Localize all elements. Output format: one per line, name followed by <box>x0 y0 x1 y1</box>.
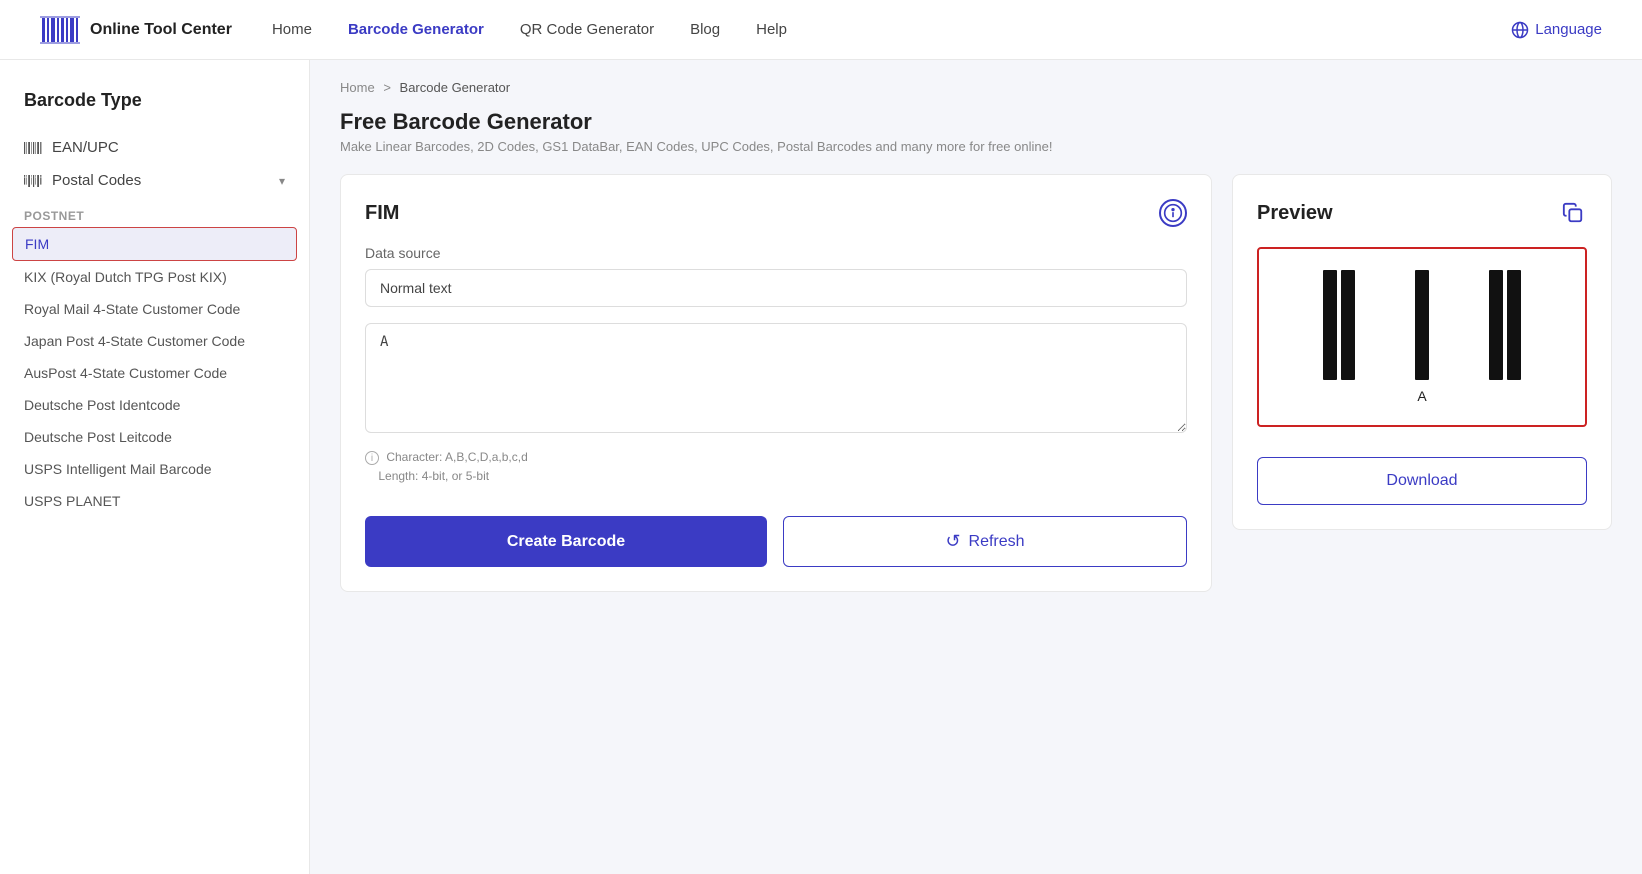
hint-line2: Length: 4-bit, or 5-bit <box>378 469 489 483</box>
barcode-preview-area: A <box>1257 247 1587 427</box>
sidebar-item-royal-mail[interactable]: Royal Mail 4-State Customer Code <box>0 293 309 325</box>
form-panel: FIM Data source Normal text A i <box>340 174 1212 592</box>
tool-area: FIM Data source Normal text A i <box>340 174 1612 592</box>
bar-5 <box>1507 270 1521 380</box>
nav-home[interactable]: Home <box>272 21 312 38</box>
sidebar-item-auspost[interactable]: AusPost 4-State Customer Code <box>0 357 309 389</box>
preview-header: Preview <box>1257 199 1587 227</box>
breadcrumb-current: Barcode Generator <box>400 80 511 95</box>
postnet-subsection-title: POSTNET <box>0 197 309 227</box>
barcode-input[interactable]: A <box>365 323 1187 433</box>
sidebar-item-fim[interactable]: FIM <box>12 227 297 261</box>
sidebar-title: Barcode Type <box>0 90 309 131</box>
sidebar-item-deutsche-post-leitcode[interactable]: Deutsche Post Leitcode <box>0 421 309 453</box>
nav-qr-code-generator[interactable]: QR Code Generator <box>520 21 654 38</box>
fim-bars <box>1323 270 1521 380</box>
download-button[interactable]: Download <box>1257 457 1587 505</box>
breadcrumb-separator: > <box>383 80 391 95</box>
info-icon[interactable] <box>1159 199 1187 227</box>
logo-text: Online Tool Center <box>90 21 232 39</box>
refresh-button[interactable]: ↺ Refresh <box>783 516 1187 567</box>
language-selector[interactable]: Language <box>1511 21 1602 39</box>
bar-1 <box>1323 270 1337 380</box>
data-source-label: Data source <box>365 245 1187 261</box>
barcode-icon <box>24 141 42 155</box>
breadcrumb-home[interactable]: Home <box>340 80 375 95</box>
form-title: FIM <box>365 202 399 225</box>
postal-codes-icon <box>24 174 42 188</box>
data-source-select[interactable]: Normal text <box>365 269 1187 307</box>
sidebar-item-kix[interactable]: KIX (Royal Dutch TPG Post KIX) <box>0 261 309 293</box>
fim-group-3 <box>1489 270 1521 380</box>
sidebar-item-usps-planet[interactable]: USPS PLANET <box>0 485 309 517</box>
main-nav: Home Barcode Generator QR Code Generator… <box>272 21 1471 38</box>
form-hint: i Character: A,B,C,D,a,b,c,d Length: 4-b… <box>365 448 1187 486</box>
fim-group-2 <box>1415 270 1429 380</box>
sidebar: Barcode Type EAN/UPC <box>0 60 310 874</box>
preview-title: Preview <box>1257 202 1333 225</box>
copy-icon[interactable] <box>1559 199 1587 227</box>
fim-barcode: A <box>1323 270 1521 404</box>
sidebar-item-postal-codes[interactable]: Postal Codes ▾ <box>0 164 309 197</box>
form-header: FIM <box>365 199 1187 227</box>
sidebar-item-japan-post[interactable]: Japan Post 4-State Customer Code <box>0 325 309 357</box>
main-layout: Barcode Type EAN/UPC <box>0 60 1642 874</box>
create-barcode-button[interactable]: Create Barcode <box>365 516 767 567</box>
main-content: Home > Barcode Generator Free Barcode Ge… <box>310 60 1642 874</box>
chevron-down-icon: ▾ <box>279 174 285 188</box>
postal-codes-label: Postal Codes <box>52 172 269 189</box>
breadcrumb: Home > Barcode Generator <box>340 80 1612 95</box>
barcode-label: A <box>1323 388 1521 404</box>
nav-barcode-generator[interactable]: Barcode Generator <box>348 21 484 38</box>
bar-3 <box>1415 270 1429 380</box>
sidebar-item-ean-upc[interactable]: EAN/UPC <box>0 131 309 164</box>
language-label: Language <box>1535 21 1602 38</box>
hint-info-icon: i <box>365 451 379 465</box>
logo-icon <box>40 10 80 50</box>
form-actions: Create Barcode ↺ Refresh <box>365 516 1187 567</box>
header: Online Tool Center Home Barcode Generato… <box>0 0 1642 60</box>
sidebar-item-deutsche-post-identcode[interactable]: Deutsche Post Identcode <box>0 389 309 421</box>
globe-icon <box>1511 21 1529 39</box>
fim-group-1 <box>1323 270 1355 380</box>
nav-blog[interactable]: Blog <box>690 21 720 38</box>
page-subtitle: Make Linear Barcodes, 2D Codes, GS1 Data… <box>340 139 1612 154</box>
bar-2 <box>1341 270 1355 380</box>
preview-panel: Preview <box>1232 174 1612 530</box>
hint-line1: Character: A,B,C,D,a,b,c,d <box>386 450 527 464</box>
sidebar-item-usps-intelligent-mail[interactable]: USPS Intelligent Mail Barcode <box>0 453 309 485</box>
ean-upc-label: EAN/UPC <box>52 139 285 156</box>
bar-4 <box>1489 270 1503 380</box>
refresh-icon: ↺ <box>945 531 960 552</box>
page-title: Free Barcode Generator <box>340 109 1612 135</box>
refresh-label: Refresh <box>969 533 1025 551</box>
nav-help[interactable]: Help <box>756 21 787 38</box>
logo-area[interactable]: Online Tool Center <box>40 10 232 50</box>
